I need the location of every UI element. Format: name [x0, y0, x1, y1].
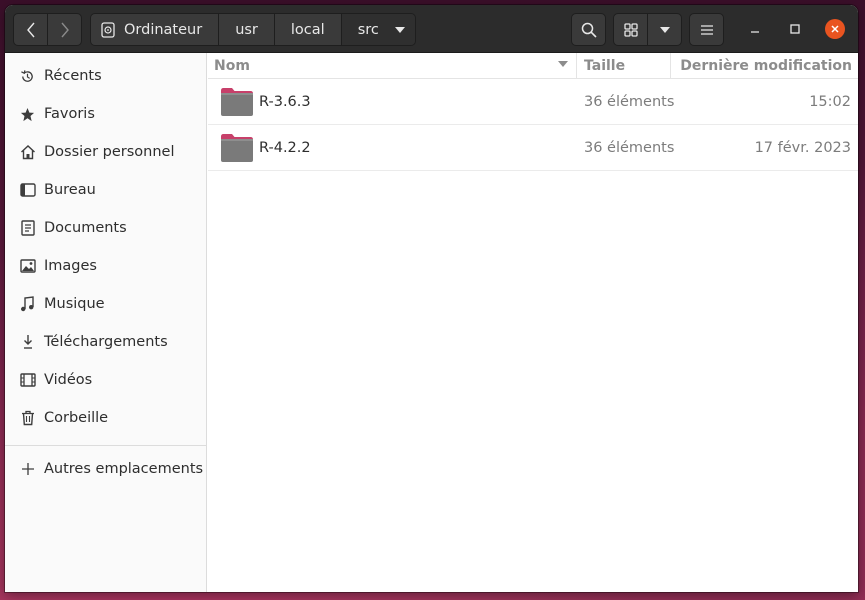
forward-button[interactable] — [47, 13, 82, 46]
sidebar-item-label: Favoris — [44, 106, 95, 122]
sidebar-item-label: Bureau — [44, 182, 96, 198]
sidebar-item-label: Dossier personnel — [44, 144, 175, 160]
column-header-bar: Nom Taille Dernière modification — [208, 53, 858, 79]
sidebar-item-documents[interactable]: Documents — [5, 209, 206, 247]
caret-down-icon — [394, 26, 405, 33]
file-modified: 17 févr. 2023 — [754, 139, 851, 156]
video-icon — [19, 372, 36, 389]
view-options-button[interactable] — [647, 13, 682, 46]
column-header-name[interactable]: Nom — [208, 53, 577, 78]
sidebar-item-label: Téléchargements — [44, 334, 168, 350]
path-crumb-ordinateur[interactable]: Ordinateur — [91, 14, 220, 45]
maximize-icon — [790, 24, 800, 34]
sidebar-item-bureau[interactable]: Bureau — [5, 171, 206, 209]
sidebar-item-label: Documents — [44, 220, 127, 236]
path-crumb-usr[interactable]: usr — [219, 14, 275, 45]
sidebar-item-label: Vidéos — [44, 372, 93, 388]
search-icon — [581, 22, 597, 38]
main-menu-button[interactable] — [689, 13, 724, 46]
column-header-size[interactable]: Taille — [577, 53, 671, 78]
folder-icon — [221, 88, 253, 116]
file-name: R-4.2.2 — [259, 139, 311, 156]
image-icon — [19, 258, 36, 275]
drive-icon — [101, 21, 115, 38]
path-crumb-label: Ordinateur — [124, 21, 203, 38]
hamburger-icon — [700, 24, 713, 35]
grid-view-button[interactable] — [613, 13, 648, 46]
star-icon — [19, 106, 36, 123]
column-header-modified[interactable]: Dernière modification — [671, 53, 858, 78]
file-name: R-3.6.3 — [259, 93, 311, 110]
path-crumb-label: src — [357, 21, 379, 38]
back-button[interactable] — [13, 13, 48, 46]
path-crumb-src[interactable]: src — [341, 14, 415, 45]
file-modified: 15:02 — [809, 93, 851, 110]
file-size: 36 éléments — [584, 139, 675, 156]
sidebar-item-telechargements[interactable]: Téléchargements — [5, 323, 206, 361]
sidebar-item-favoris[interactable]: Favoris — [5, 95, 206, 133]
table-row[interactable]: R-4.2.2 36 éléments 17 févr. 2023 — [208, 125, 858, 171]
sidebar-item-label: Images — [44, 258, 97, 274]
sidebar-item-corbeille[interactable]: Corbeille — [5, 399, 206, 437]
sidebar-item-images[interactable]: Images — [5, 247, 206, 285]
sidebar-item-autres-emplacements[interactable]: Autres emplacements — [5, 450, 206, 488]
sidebar-item-videos[interactable]: Vidéos — [5, 361, 206, 399]
column-header-label: Nom — [214, 57, 250, 74]
chevron-left-icon — [26, 22, 35, 37]
table-row[interactable]: R-3.6.3 36 éléments 15:02 — [208, 79, 858, 125]
plus-icon — [19, 461, 36, 478]
path-crumb-label: usr — [235, 21, 258, 38]
file-manager-window: Ordinateur usr local src Récents Favoris… — [5, 5, 858, 592]
header-bar: Ordinateur usr local src — [5, 5, 858, 53]
folder-icon — [221, 134, 253, 162]
document-icon — [19, 220, 36, 237]
sidebar-separator — [5, 445, 206, 446]
minimize-icon — [751, 31, 759, 33]
chevron-right-icon — [60, 22, 69, 37]
column-header-label: Taille — [584, 57, 626, 74]
column-header-label: Dernière modification — [680, 57, 852, 74]
maximize-button[interactable] — [785, 19, 805, 39]
download-icon — [19, 334, 36, 351]
file-list-view: Nom Taille Dernière modification R-3.6.3… — [208, 53, 858, 592]
sidebar: Récents Favoris Dossier personnel Bureau… — [5, 53, 207, 592]
sidebar-item-label: Corbeille — [44, 410, 109, 426]
sidebar-item-musique[interactable]: Musique — [5, 285, 206, 323]
search-button[interactable] — [571, 13, 606, 46]
path-bar: Ordinateur usr local src — [90, 13, 416, 46]
sidebar-item-dossier-personnel[interactable]: Dossier personnel — [5, 133, 206, 171]
close-button[interactable] — [825, 19, 845, 39]
path-crumb-local[interactable]: local — [274, 14, 342, 45]
caret-down-icon — [659, 26, 670, 33]
clock-icon — [19, 68, 36, 85]
grid-icon — [623, 22, 638, 37]
path-crumb-label: local — [290, 21, 325, 38]
minimize-button[interactable] — [745, 19, 765, 39]
sidebar-item-label: Récents — [44, 68, 102, 84]
home-icon — [19, 144, 36, 161]
trash-icon — [19, 410, 36, 427]
sidebar-item-recents[interactable]: Récents — [5, 57, 206, 95]
sidebar-item-label: Autres emplacements — [44, 461, 204, 477]
music-icon — [19, 296, 36, 313]
close-icon — [831, 25, 839, 33]
desktop-icon — [19, 182, 36, 199]
sidebar-item-label: Musique — [44, 296, 105, 312]
file-size: 36 éléments — [584, 93, 675, 110]
sort-descending-icon — [558, 61, 568, 67]
